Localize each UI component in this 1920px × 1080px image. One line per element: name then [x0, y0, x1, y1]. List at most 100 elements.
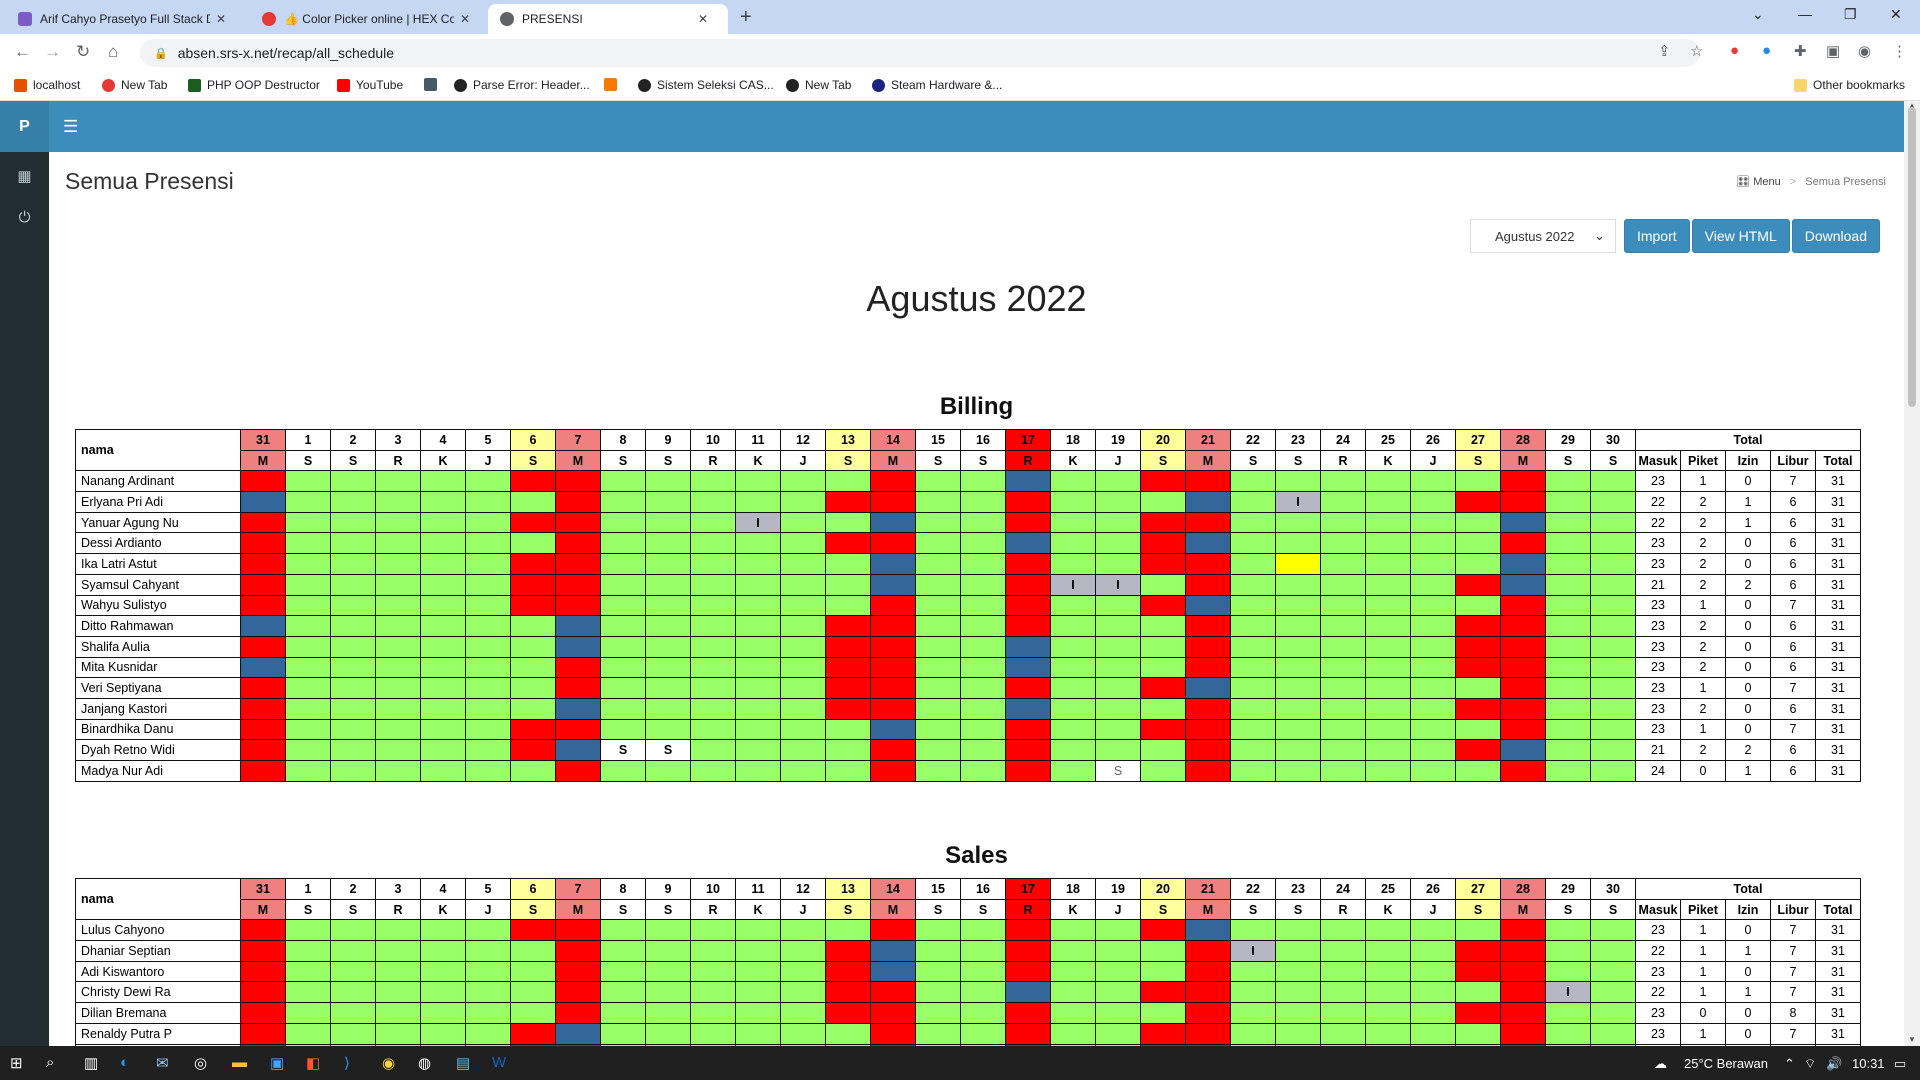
attendance-cell[interactable] [825, 1002, 871, 1024]
other-bookmarks[interactable]: Other bookmarks [1794, 78, 1905, 92]
attendance-cell[interactable] [1185, 677, 1231, 699]
attendance-cell[interactable] [1545, 718, 1591, 741]
attendance-cell[interactable] [375, 981, 421, 1004]
attendance-cell[interactable] [330, 594, 376, 617]
attendance-cell[interactable] [1185, 760, 1231, 782]
attendance-cell[interactable] [1320, 960, 1366, 983]
attendance-cell[interactable] [915, 940, 961, 962]
attendance-cell[interactable] [1005, 1002, 1051, 1024]
attendance-cell[interactable] [825, 981, 871, 1004]
attendance-cell[interactable] [375, 919, 421, 942]
attendance-cell[interactable] [600, 981, 646, 1004]
attendance-cell[interactable] [825, 739, 871, 761]
attendance-cell[interactable] [645, 491, 691, 513]
app-icon[interactable]: ▤ [456, 1054, 470, 1072]
attendance-cell[interactable] [1005, 532, 1051, 555]
attendance-cell[interactable] [780, 677, 826, 699]
attendance-cell[interactable] [555, 470, 601, 493]
attendance-cell[interactable] [870, 615, 916, 637]
attendance-cell[interactable] [1500, 919, 1546, 942]
attendance-cell[interactable] [420, 718, 466, 741]
attendance-cell[interactable] [1050, 1022, 1096, 1045]
attendance-cell[interactable] [1095, 491, 1141, 513]
attendance-cell[interactable] [1140, 760, 1186, 782]
attendance-cell[interactable] [600, 677, 646, 699]
attendance-cell[interactable] [1230, 1002, 1276, 1024]
attendance-cell[interactable] [960, 573, 1006, 596]
attendance-cell[interactable] [870, 718, 916, 741]
attendance-cell[interactable] [510, 491, 556, 513]
attendance-cell[interactable] [1095, 615, 1141, 637]
attendance-cell[interactable] [285, 919, 331, 942]
attendance-cell[interactable] [1050, 511, 1096, 534]
attendance-cell[interactable] [1230, 532, 1276, 555]
attendance-cell[interactable] [690, 532, 736, 555]
attendance-cell[interactable] [1455, 615, 1501, 637]
attendance-cell[interactable] [375, 718, 421, 741]
attendance-cell[interactable] [1095, 677, 1141, 699]
attendance-cell[interactable] [555, 511, 601, 534]
attendance-cell[interactable] [1500, 615, 1546, 637]
attendance-cell[interactable] [780, 511, 826, 534]
attendance-cell[interactable] [1095, 635, 1141, 658]
attendance-cell[interactable] [960, 718, 1006, 741]
attendance-cell[interactable] [285, 981, 331, 1004]
attendance-cell[interactable] [420, 1022, 466, 1045]
attendance-cell[interactable] [645, 511, 691, 534]
attendance-cell[interactable] [1140, 1002, 1186, 1024]
attendance-cell[interactable] [1005, 615, 1051, 637]
attendance-cell[interactable]: S [600, 739, 646, 761]
attendance-cell[interactable] [735, 635, 781, 658]
attendance-cell[interactable] [825, 511, 871, 534]
attendance-cell[interactable] [1320, 677, 1366, 699]
attendance-cell[interactable] [645, 981, 691, 1004]
attendance-cell[interactable] [690, 553, 736, 575]
attendance-cell[interactable] [915, 532, 961, 555]
attendance-cell[interactable] [555, 981, 601, 1004]
attendance-cell[interactable] [1545, 532, 1591, 555]
attendance-cell[interactable] [1230, 656, 1276, 679]
attendance-cell[interactable] [1275, 615, 1321, 637]
hamburger-menu-icon[interactable]: ☰ [63, 117, 78, 137]
attendance-cell[interactable]: I [1050, 573, 1096, 596]
attendance-cell[interactable] [240, 594, 286, 617]
attendance-cell[interactable] [1410, 656, 1456, 679]
attendance-cell[interactable] [1095, 697, 1141, 720]
attendance-cell[interactable] [555, 573, 601, 596]
attendance-cell[interactable] [1185, 940, 1231, 962]
attendance-cell[interactable] [465, 470, 511, 493]
attendance-cell[interactable] [1050, 532, 1096, 555]
attendance-cell[interactable] [1365, 919, 1411, 942]
clock[interactable]: 10:31 [1852, 1056, 1885, 1071]
attendance-cell[interactable] [735, 532, 781, 555]
attendance-cell[interactable] [1455, 635, 1501, 658]
attendance-cell[interactable] [600, 635, 646, 658]
extension-icon[interactable]: ● [1762, 42, 1771, 59]
attendance-cell[interactable] [690, 677, 736, 699]
store-icon[interactable]: ▣ [270, 1054, 284, 1072]
attendance-cell[interactable] [465, 656, 511, 679]
attendance-cell[interactable] [1230, 511, 1276, 534]
close-icon[interactable]: ✕ [460, 12, 470, 26]
attendance-cell[interactable] [1185, 532, 1231, 555]
file-explorer-icon[interactable]: ▬ [232, 1054, 247, 1071]
attendance-cell[interactable] [780, 697, 826, 720]
attendance-cell[interactable] [870, 697, 916, 720]
attendance-cell[interactable] [330, 511, 376, 534]
attendance-cell[interactable] [1275, 940, 1321, 962]
attendance-cell[interactable] [960, 656, 1006, 679]
attendance-cell[interactable] [1545, 470, 1591, 493]
attendance-cell[interactable] [1095, 1022, 1141, 1045]
attendance-cell[interactable] [645, 919, 691, 942]
attendance-cell[interactable] [780, 491, 826, 513]
attendance-cell[interactable] [1365, 656, 1411, 679]
attendance-cell[interactable] [825, 553, 871, 575]
attendance-cell[interactable] [1590, 960, 1636, 983]
attendance-cell[interactable] [870, 470, 916, 493]
attendance-cell[interactable] [240, 1022, 286, 1045]
attendance-cell[interactable] [1185, 919, 1231, 942]
attendance-cell[interactable] [1545, 960, 1591, 983]
attendance-cell[interactable] [1410, 635, 1456, 658]
bookmark[interactable]: Steam Hardware &... [872, 78, 1002, 92]
attendance-cell[interactable] [1590, 1022, 1636, 1045]
